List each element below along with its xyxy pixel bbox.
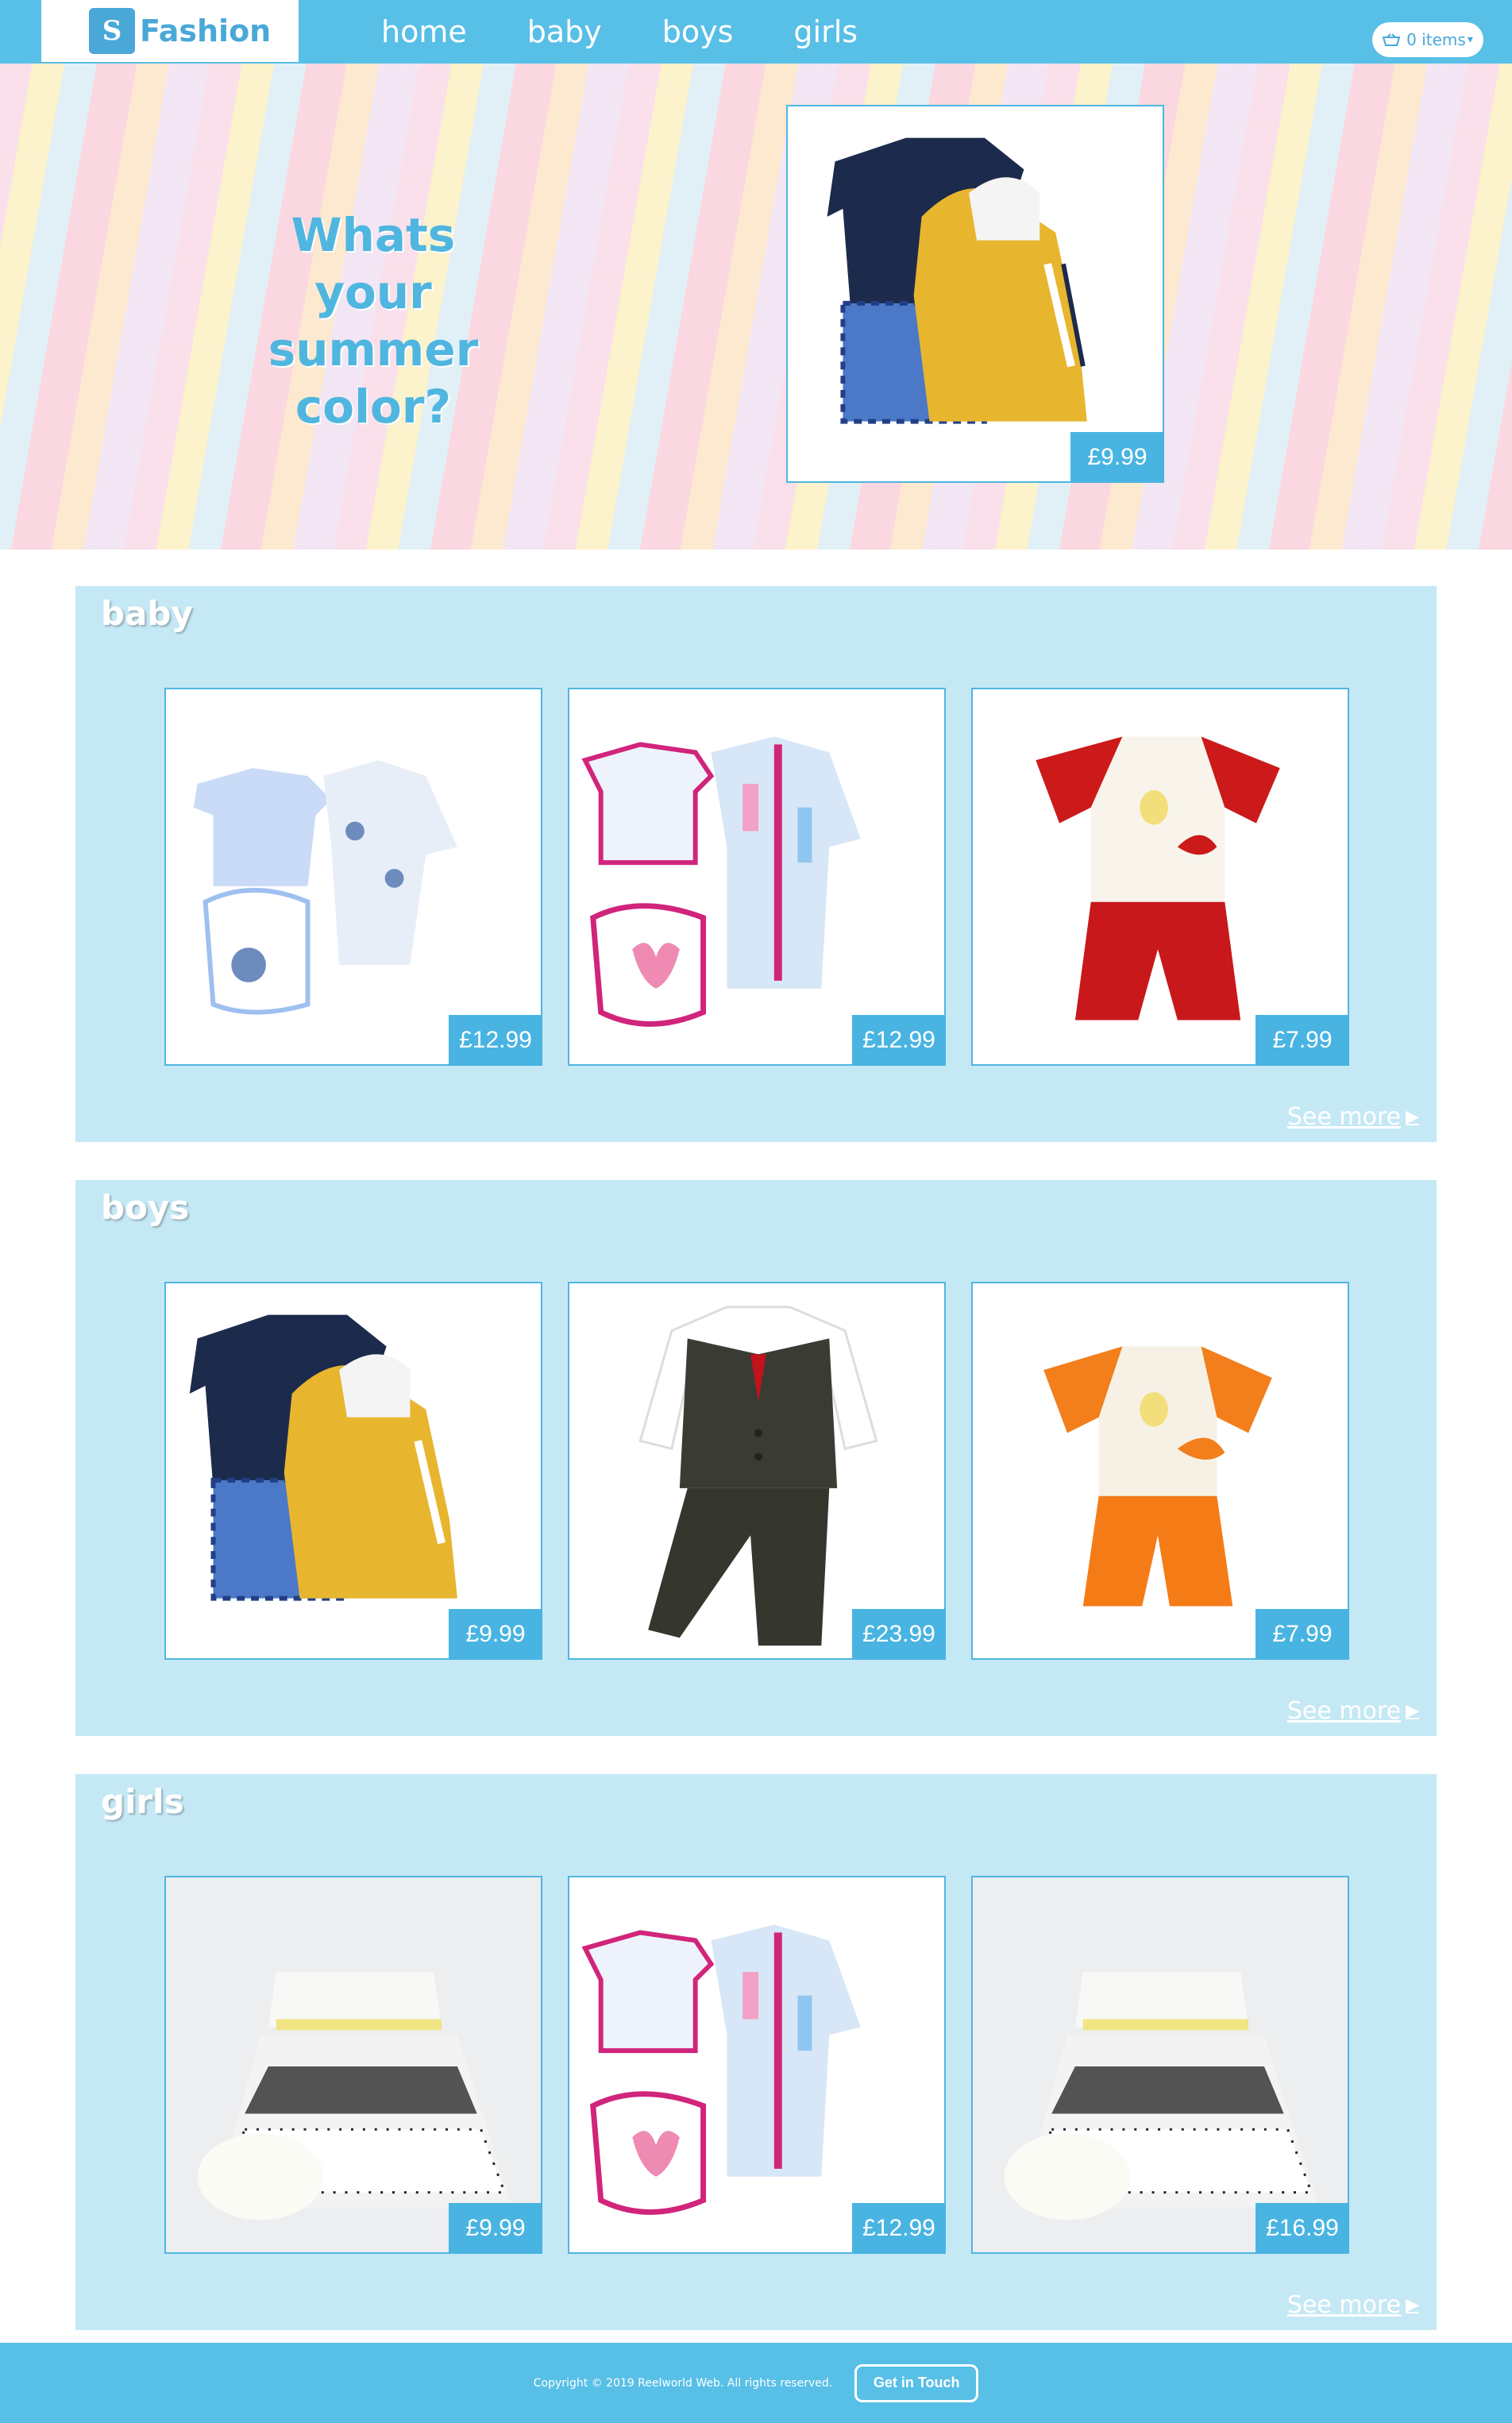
get-in-touch-button[interactable]: Get in Touch [854, 2363, 979, 2402]
chevron-right-icon: ▶ [1406, 2295, 1419, 2315]
price-tag: £16.99 [1256, 2203, 1349, 2254]
nav-links: home baby boys girls [365, 0, 902, 64]
product-card[interactable]: £12.99 [164, 688, 542, 1066]
blue-bodysuit-set-image [193, 760, 457, 1015]
hero-product-card[interactable]: £9.99 [786, 105, 1164, 483]
price-tag: £9.99 [449, 1609, 542, 1660]
price-tag: £12.99 [852, 2203, 946, 2254]
logo[interactable]: S Fashion [41, 0, 299, 62]
product-card[interactable]: £9.99 [164, 1282, 542, 1660]
section-baby: baby £12.99 £12.99 £7.99 See more ▶ [75, 586, 1437, 1142]
orange-shirt-shorts-image [1043, 1346, 1272, 1607]
see-more-label: See more [1286, 1697, 1402, 1725]
hero-headline: Whats your summer color? [268, 208, 479, 434]
cart-label: 0 items [1406, 30, 1466, 49]
nav-link-baby[interactable]: baby [511, 14, 618, 49]
see-more-label: See more [1286, 1103, 1402, 1131]
price-tag: £7.99 [1256, 1609, 1349, 1660]
product-card[interactable]: £7.99 [971, 688, 1349, 1066]
product-card[interactable]: £12.99 [568, 1876, 946, 2254]
basket-icon [1383, 33, 1401, 46]
nav-link-boys[interactable]: boys [646, 14, 750, 49]
product-card[interactable]: £9.99 [164, 1876, 542, 2254]
nav-link-home[interactable]: home [365, 14, 483, 49]
section-boys: boys £9.99 £23.99 £7.99 See more ▶ [75, 1180, 1437, 1736]
see-more-label: See more [1286, 2291, 1402, 2319]
jacket-set-image [827, 137, 1087, 424]
tweed-waistcoat-suit-image [638, 1306, 878, 1646]
product-card[interactable]: £23.99 [568, 1282, 946, 1660]
section-girls: girls £9.99 £12.99 £16.99 See more ▶ [75, 1774, 1437, 2330]
cart-button[interactable]: 0 items ▾ [1372, 22, 1483, 57]
pink-bodysuit-set-image [581, 736, 861, 1027]
see-more-link-girls[interactable]: See more ▶ [1287, 2291, 1419, 2319]
hero-price-tag: £9.99 [1070, 432, 1164, 483]
see-more-link-baby[interactable]: See more ▶ [1287, 1103, 1419, 1131]
top-nav: S Fashion home baby boys girls 0 items ▾ [0, 0, 1512, 64]
brand-name: Fashion [140, 14, 272, 48]
price-tag: £9.99 [449, 2203, 542, 2254]
red-shirt-shorts-image [1036, 736, 1280, 1021]
navy-yellow-jacket-set-image [189, 1314, 457, 1601]
footer: Copyright © 2019 Reelworld Web. All righ… [0, 2343, 1512, 2423]
logo-mark-icon: S [89, 8, 135, 54]
price-tag: £23.99 [852, 1609, 946, 1660]
price-tag: £12.99 [852, 1015, 946, 1066]
chevron-down-icon: ▾ [1467, 33, 1473, 46]
see-more-link-boys[interactable]: See more ▶ [1287, 1697, 1419, 1725]
polka-dot-dress-image [166, 1877, 541, 2252]
price-tag: £12.99 [449, 1015, 542, 1066]
polka-dot-dress-image [973, 1877, 1348, 2252]
chevron-right-icon: ▶ [1406, 1701, 1419, 1721]
product-card[interactable]: £7.99 [971, 1282, 1349, 1660]
product-card[interactable]: £12.99 [568, 688, 946, 1066]
price-tag: £7.99 [1256, 1015, 1349, 1066]
nav-link-girls[interactable]: girls [777, 14, 874, 49]
section-title-girls: girls [101, 1782, 184, 1821]
pink-bodysuit-set-image [581, 1924, 861, 2215]
section-title-boys: boys [101, 1188, 190, 1227]
section-title-baby: baby [101, 594, 193, 633]
hero-banner: Whats your summer color? £9.99 [0, 64, 1512, 550]
product-card[interactable]: £16.99 [971, 1876, 1349, 2254]
copyright-text: Copyright © 2019 Reelworld Web. All righ… [533, 2376, 833, 2390]
chevron-right-icon: ▶ [1406, 1107, 1419, 1127]
